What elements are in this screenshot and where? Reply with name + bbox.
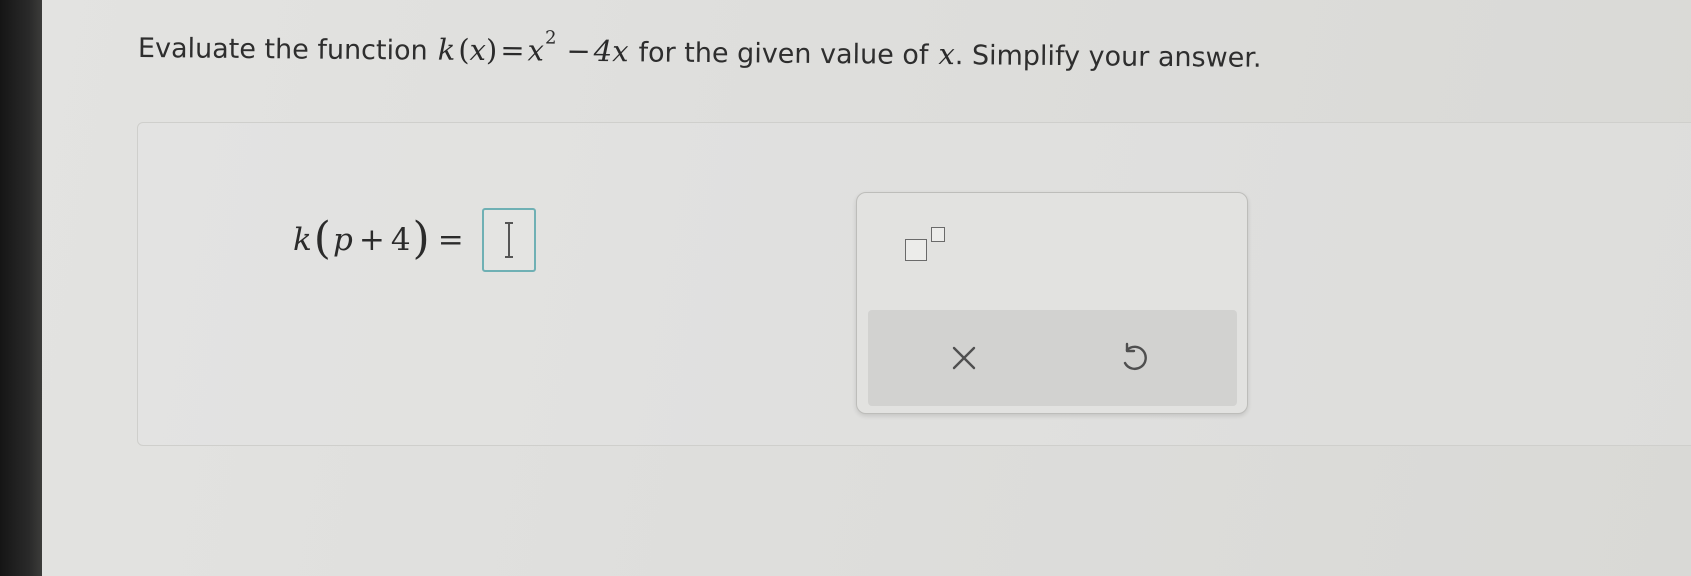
monitor-bezel bbox=[0, 0, 42, 576]
exponent-button[interactable] bbox=[901, 221, 949, 265]
value-variable: x bbox=[938, 36, 955, 72]
close-paren: ) bbox=[485, 33, 498, 68]
function-name: k bbox=[437, 32, 456, 67]
question-prefix: Evaluate the function bbox=[137, 33, 428, 67]
question-middle: for the given value of bbox=[638, 37, 929, 71]
expr-constant: 4 bbox=[390, 222, 411, 258]
clear-button[interactable] bbox=[934, 328, 994, 388]
undo-button[interactable] bbox=[1104, 328, 1164, 388]
close-icon bbox=[952, 346, 976, 370]
exponent: 2 bbox=[544, 27, 557, 49]
keypad-action-bar bbox=[868, 310, 1237, 406]
minus-sign: − bbox=[566, 33, 591, 68]
undo-icon bbox=[1123, 342, 1147, 371]
expr-close-paren: ) bbox=[412, 212, 430, 264]
expr-plus-sign: + bbox=[358, 222, 385, 258]
answer-input[interactable] bbox=[481, 208, 536, 272]
base-variable: x bbox=[527, 33, 545, 68]
exponent-power-box-icon bbox=[931, 227, 945, 242]
expr-variable: p bbox=[332, 222, 353, 258]
function-definition: k(x)=x2 −4x bbox=[437, 28, 629, 69]
exponent-base-box-icon bbox=[905, 239, 927, 261]
question-suffix: . Simplify your answer. bbox=[954, 40, 1262, 74]
expr-function-name: k bbox=[293, 222, 312, 258]
open-paren: ( bbox=[458, 32, 470, 67]
equals-sign: = bbox=[500, 33, 525, 68]
math-keypad bbox=[856, 192, 1248, 414]
expr-equals-sign: = bbox=[437, 222, 464, 258]
answer-expression: k ( p + 4 ) = bbox=[293, 208, 536, 272]
function-variable: x bbox=[469, 32, 487, 68]
linear-term: 4x bbox=[593, 33, 629, 69]
expr-open-paren: ( bbox=[313, 212, 331, 264]
text-cursor-icon bbox=[504, 222, 513, 258]
